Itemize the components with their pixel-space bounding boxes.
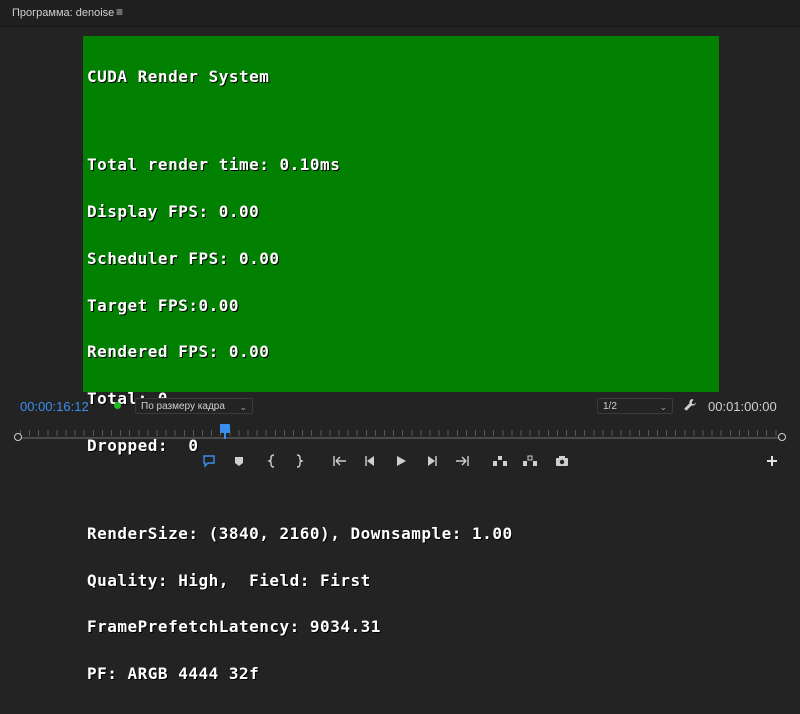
- chevron-down-icon: ⌄: [659, 402, 667, 412]
- zoom-handle-right[interactable]: [778, 433, 786, 441]
- stat-scheduler-fps: Scheduler FPS: 0.00: [87, 248, 280, 268]
- playhead[interactable]: [220, 424, 231, 439]
- panel-title[interactable]: Программа: denoise: [12, 7, 114, 19]
- panel-header: Программа: denoise ≡: [0, 0, 800, 27]
- playback-resolution-value: 1/2: [603, 401, 617, 412]
- info-quality: Quality: High, Field: First: [87, 570, 371, 590]
- step-back-icon[interactable]: [362, 453, 378, 469]
- status-indicator-icon: [114, 402, 121, 409]
- transport-controls: [0, 453, 800, 471]
- stat-target-fps: Target FPS:0.00: [87, 295, 239, 315]
- program-monitor-viewer[interactable]: CUDA Render System Total render time: 0.…: [83, 36, 719, 681]
- playback-resolution-select[interactable]: 1/2 ⌄: [597, 398, 673, 414]
- lift-icon[interactable]: [492, 453, 508, 469]
- mark-in-icon[interactable]: [264, 453, 280, 469]
- mark-out-icon[interactable]: [291, 453, 307, 469]
- timeline-scrubber[interactable]: [14, 424, 786, 444]
- info-pixel-format: PF: ARGB 4444 32f: [87, 664, 260, 684]
- play-icon[interactable]: [393, 453, 409, 469]
- add-button-icon[interactable]: [764, 453, 780, 469]
- stat-total-render-time: Total render time: 0.10ms: [87, 155, 341, 175]
- render-stats-overlay: CUDA Render System Total render time: 0.…: [87, 38, 513, 713]
- comment-marker-icon[interactable]: [201, 453, 217, 469]
- chevron-down-icon: ⌄: [239, 402, 247, 412]
- stat-rendered-fps: Rendered FPS: 0.00: [87, 342, 270, 362]
- duration-timecode: 00:01:00:00: [708, 399, 777, 414]
- current-timecode[interactable]: 00:00:16:12: [20, 399, 89, 414]
- add-marker-icon[interactable]: [231, 453, 247, 469]
- export-frame-icon[interactable]: [554, 453, 570, 469]
- timeline-ruler: [20, 430, 780, 436]
- overlay-heading: CUDA Render System: [87, 67, 270, 87]
- zoom-fit-select[interactable]: По размеру кадра ⌄: [135, 398, 253, 414]
- zoom-handle-left[interactable]: [14, 433, 22, 441]
- timeline-track[interactable]: [20, 437, 780, 439]
- zoom-fit-value: По размеру кадра: [141, 401, 225, 412]
- info-render-size: RenderSize: (3840, 2160), Downsample: 1.…: [87, 523, 513, 543]
- panel-menu-icon[interactable]: ≡: [116, 5, 123, 19]
- go-to-out-icon[interactable]: [454, 453, 470, 469]
- settings-wrench-icon[interactable]: [683, 398, 697, 412]
- step-forward-icon[interactable]: [424, 453, 440, 469]
- info-prefetch-latency: FramePrefetchLatency: 9034.31: [87, 617, 381, 637]
- go-to-in-icon[interactable]: [332, 453, 348, 469]
- extract-icon[interactable]: [522, 453, 538, 469]
- stat-display-fps: Display FPS: 0.00: [87, 201, 260, 221]
